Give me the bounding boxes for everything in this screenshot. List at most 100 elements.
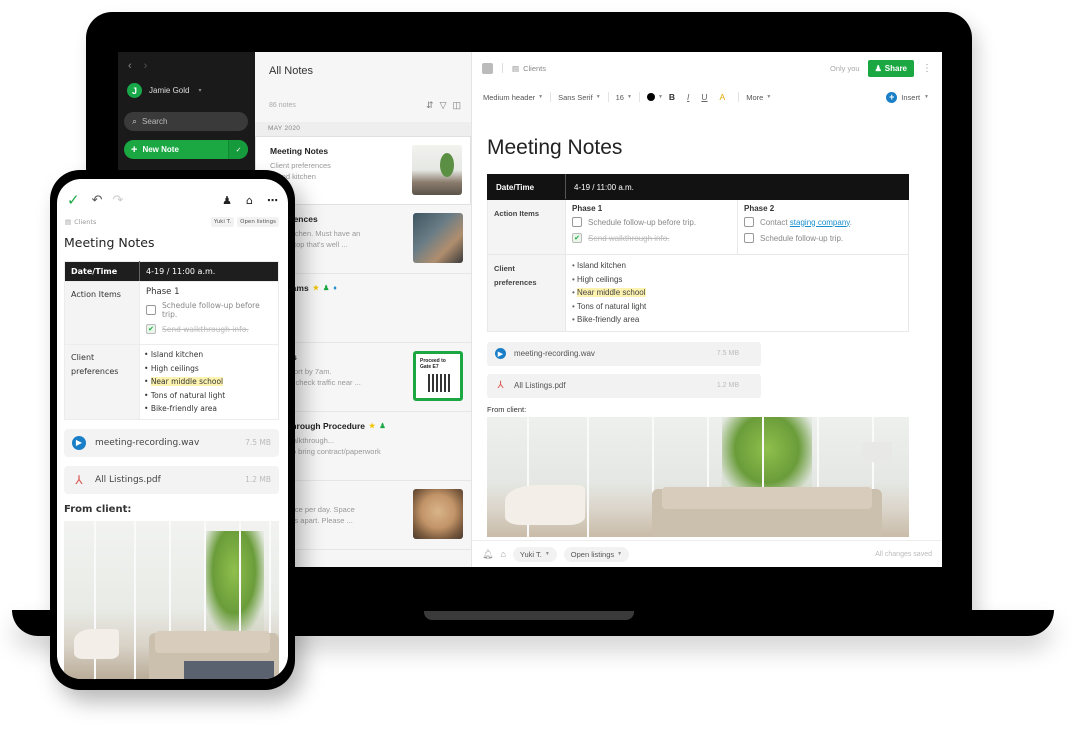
checkbox-checked[interactable]: ✔ [572, 233, 582, 243]
date-section-header: MAY 2020 [255, 122, 471, 136]
tag-pill[interactable]: Yuki T. ▼ [512, 546, 557, 562]
checkbox-unchecked[interactable] [744, 233, 754, 243]
reminder-bell-icon: ♦ [333, 284, 337, 292]
checkbox-unchecked[interactable] [146, 305, 156, 315]
more-formatting-button[interactable]: More ▼ [746, 93, 771, 102]
visibility-label: Only you [829, 63, 860, 73]
phase-title: Phase 1 [572, 204, 603, 213]
attachment-audio[interactable]: ▶ meeting-recording.wav 7.5 MB [64, 428, 279, 457]
checkbox-unchecked[interactable] [744, 217, 754, 227]
play-icon[interactable]: ▶ [495, 348, 506, 360]
table-row: Date/Time 4-19 / 11:00 a.m. [64, 261, 279, 282]
highlight-button[interactable]: A [720, 92, 726, 102]
phase-1-cell: Phase 1 Schedule follow-up before trip. … [139, 281, 279, 345]
note-thumbnail [412, 145, 462, 195]
insert-button[interactable]: + Insert ▼ [886, 91, 929, 103]
mobile-note-body[interactable]: Meeting Notes Date/Time 4-19 / 11:00 a.m… [64, 235, 279, 679]
new-note-main[interactable]: + New Note [124, 144, 228, 156]
attachment-audio[interactable]: ▶ meeting-recording.wav 7.5 MB [487, 341, 761, 366]
from-client-label: From client: [64, 503, 132, 515]
search-input[interactable]: ⌕ Search [124, 112, 248, 131]
user-name: Jamie Gold [149, 86, 190, 95]
text-color-select[interactable]: ▼ [646, 93, 663, 101]
view-layout-icon[interactable]: ◫ [452, 100, 461, 111]
more-label: More [746, 92, 764, 102]
undo-icon[interactable]: ↶ [92, 193, 103, 208]
list-item: High ceilings [144, 362, 274, 376]
star-icon: ★ [312, 285, 319, 292]
photo-chair [505, 484, 585, 525]
tag-add-icon[interactable]: ⌂ [500, 549, 505, 559]
paragraph-style-value: Medium header [483, 92, 536, 102]
chevron-down-icon: ▼ [538, 94, 544, 100]
more-options-icon[interactable]: ⋮ [922, 63, 932, 74]
more-options-icon[interactable]: ⋯ [267, 194, 278, 207]
divider [638, 92, 640, 102]
notebook-breadcrumb[interactable]: ▤ Clients [65, 218, 96, 226]
new-note-label: New Note [142, 145, 179, 154]
new-note-dropdown-chevron-icon[interactable]: ✓ [228, 140, 248, 159]
attachment-pdf[interactable]: ⅄ All Listings.pdf 1.2 MB [487, 373, 761, 398]
phase-1-cell: Phase 1 Schedule follow-up before trip. … [565, 199, 738, 255]
play-icon[interactable]: ▶ [72, 435, 86, 450]
back-arrow-icon[interactable]: ‹ [128, 60, 132, 72]
task-text: Schedule follow-up before trip. [162, 301, 260, 319]
star-icon: ★ [369, 423, 376, 430]
preferences-list: Island kitchen High ceilings Near middle… [566, 255, 908, 331]
notebook-icon: ▤ [65, 218, 72, 226]
font-family-select[interactable]: Sans Serif ▼ [558, 93, 601, 102]
action-items-label: Action Items [487, 199, 566, 255]
font-size-select[interactable]: 16 ▼ [616, 93, 632, 102]
plus-icon: + [131, 143, 138, 156]
date-label-cell: Date/Time [64, 261, 140, 282]
attachment-pdf[interactable]: ⅄ All Listings.pdf 1.2 MB [64, 465, 279, 494]
sort-icon[interactable]: ⇵ [426, 100, 434, 111]
client-photo-living-room[interactable] [487, 416, 909, 537]
share-person-icon[interactable]: ♟ [222, 194, 232, 207]
redo-icon[interactable]: ↷ [112, 193, 123, 208]
bold-button[interactable]: B [669, 92, 675, 102]
client-photo-living-room[interactable] [64, 520, 279, 679]
divider [502, 63, 503, 73]
tag-add-icon[interactable]: ⌂ [246, 194, 253, 207]
plus-circle-icon: + [886, 91, 898, 103]
checkbox-checked[interactable]: ✔ [146, 324, 156, 334]
account-switcher[interactable]: J Jamie Gold ▾ [127, 83, 201, 98]
chevron-down-icon: ▼ [595, 94, 601, 100]
expand-icon[interactable] [482, 62, 493, 74]
shared-people-icon: ♟ [379, 423, 386, 430]
preferences-cell: Island kitchen High ceilings Near middle… [565, 254, 909, 332]
search-placeholder: Search [142, 117, 168, 126]
forward-arrow-icon[interactable]: › [144, 60, 148, 72]
tag-pill[interactable]: Open listings ▼ [563, 546, 630, 562]
note-title-heading[interactable]: Meeting Notes [487, 136, 909, 160]
note-editor: ▤ Clients Only you ♟ Share ⋮ Medium head… [472, 52, 942, 567]
filter-icon[interactable]: ▽ [440, 100, 447, 111]
font-size-value: 16 [615, 92, 624, 102]
list-item: Tons of natural light [572, 300, 902, 314]
reminder-add-icon[interactable]: 🔔︎ [482, 549, 493, 560]
staging-company-link[interactable]: staging company [790, 218, 850, 227]
attachment-name: All Listings.pdf [514, 381, 566, 391]
note-body[interactable]: Meeting Notes Date/Time 4-19 / 11:00 a.m… [487, 136, 909, 537]
tag-pill[interactable]: Yuki T. [210, 217, 235, 227]
italic-button[interactable]: I [687, 92, 689, 102]
tag-pill[interactable]: Open listings [237, 217, 279, 227]
attachment-size: 1.2 MB [245, 475, 271, 484]
done-check-icon[interactable]: ✓ [67, 191, 80, 209]
table-row: Date/Time 4-19 / 11:00 a.m. [487, 174, 909, 200]
meeting-table: Date/Time 4-19 / 11:00 a.m. Action Items… [487, 174, 909, 332]
meeting-table: Date/Time 4-19 / 11:00 a.m. Action Items… [64, 261, 279, 420]
phase-2-cell: Phase 2 Contact staging company. Schedul… [737, 199, 909, 255]
notebook-breadcrumb[interactable]: ▤ Clients [512, 64, 546, 73]
underline-button[interactable]: U [701, 92, 707, 102]
paragraph-style-select[interactable]: Medium header ▼ [483, 93, 543, 102]
chevron-down-icon: ▼ [924, 94, 929, 100]
share-button[interactable]: ♟ Share [867, 59, 914, 77]
checkbox-unchecked[interactable] [572, 217, 582, 227]
divider [738, 92, 740, 102]
divider [607, 92, 609, 102]
note-title-heading[interactable]: Meeting Notes [64, 235, 279, 250]
new-note-button[interactable]: + New Note ✓ [124, 140, 248, 159]
task-text: Send walkthrough info. [162, 324, 249, 334]
